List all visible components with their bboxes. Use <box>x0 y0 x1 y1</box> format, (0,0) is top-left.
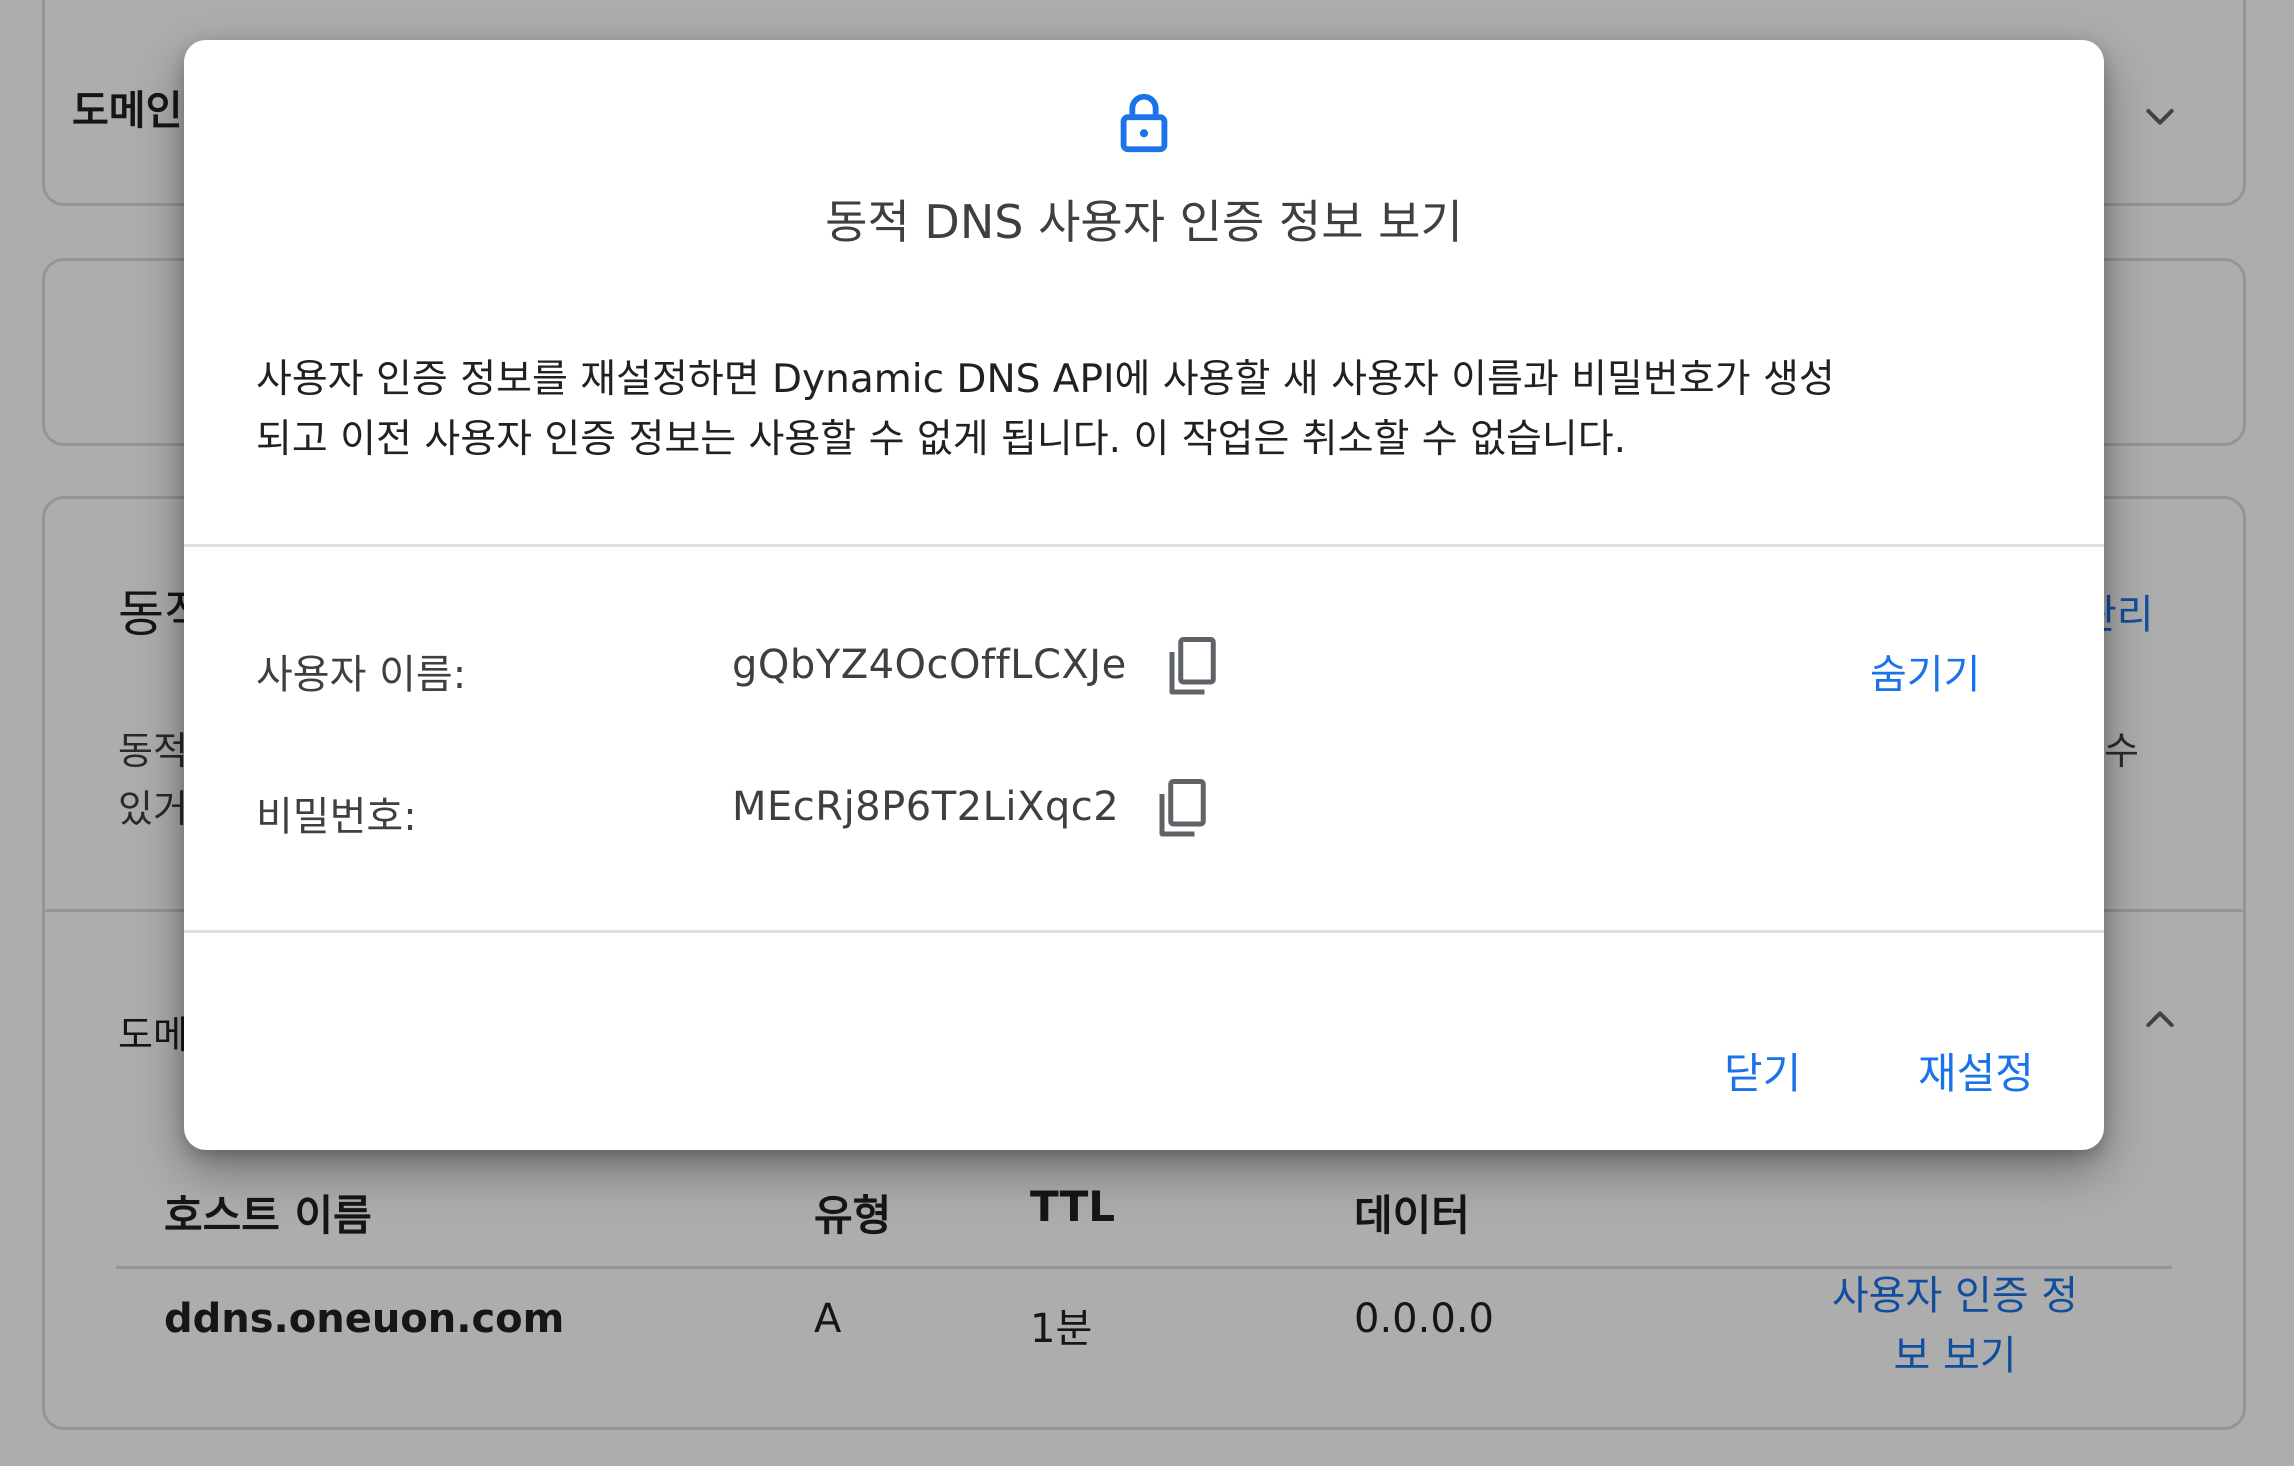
dialog-description: 사용자 인증 정보를 재설정하면 Dynamic DNS API에 사용할 새 … <box>256 350 2036 470</box>
credentials-dialog: 동적 DNS 사용자 인증 정보 보기 사용자 인증 정보를 재설정하면 Dyn… <box>184 40 2104 1150</box>
dialog-title: 동적 DNS 사용자 인증 정보 보기 <box>825 195 1463 249</box>
dialog-divider-top <box>184 544 2104 547</box>
copy-username-icon[interactable] <box>1162 634 1222 700</box>
dialog-description-line2: 되고 이전 사용자 인증 정보는 사용할 수 없게 됩니다. 이 작업은 취소할… <box>256 417 1626 462</box>
password-value[interactable]: MEcRj8P6T2LiXqc2 <box>732 784 1119 830</box>
copy-password-icon[interactable] <box>1152 776 1212 842</box>
dialog-divider-bottom <box>184 930 2104 933</box>
password-label: 비밀번호: <box>256 794 417 840</box>
lock-icon <box>1109 88 1179 158</box>
hide-credentials-link[interactable]: 숨기기 <box>1870 642 1980 700</box>
username-value[interactable]: gQbYZ4OcOffLCXJe <box>732 642 1127 688</box>
reset-button[interactable]: 재설정 <box>1918 1040 2034 1101</box>
dialog-description-line1: 사용자 인증 정보를 재설정하면 Dynamic DNS API에 사용할 새 … <box>256 357 1835 402</box>
username-label: 사용자 이름: <box>256 652 467 698</box>
close-button[interactable]: 닫기 <box>1724 1040 1801 1101</box>
